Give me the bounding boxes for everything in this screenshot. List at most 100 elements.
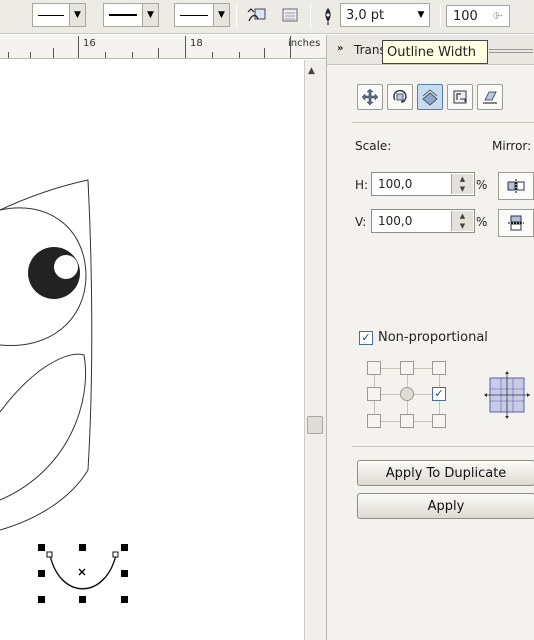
owl-eye-highlight xyxy=(54,255,78,279)
start-arrowhead-preview xyxy=(38,14,64,16)
h-percent-label: % xyxy=(476,178,488,192)
h-scale-spinner[interactable]: ▲ ▼ xyxy=(451,174,473,194)
apply-to-duplicate-button[interactable]: Apply To Duplicate xyxy=(357,460,534,486)
vertical-scrollbar[interactable]: ▲ xyxy=(304,60,326,640)
anchor-preview-icon xyxy=(484,371,530,419)
size-icon xyxy=(453,90,467,104)
anchor-top-right[interactable] xyxy=(432,361,446,375)
mirror-horizontal-button[interactable] xyxy=(498,172,534,200)
mirror-label: Mirror: xyxy=(492,139,532,153)
v-scale-spinner[interactable]: ▲ ▼ xyxy=(451,211,473,231)
outline-width-combo[interactable]: 3,0 pt ▼ xyxy=(340,3,430,27)
end-arrowhead-preview xyxy=(180,14,208,16)
anchor-preview xyxy=(484,370,530,420)
ruler-tick xyxy=(78,36,79,58)
docker-grip-lines xyxy=(489,49,533,53)
selection-handle[interactable] xyxy=(38,544,45,551)
horizontal-ruler[interactable]: 16 18 inches xyxy=(0,35,326,59)
rotate-mode-button[interactable] xyxy=(387,84,413,110)
drawing-canvas[interactable] xyxy=(0,60,304,640)
toolbar-separator xyxy=(310,4,311,28)
behind-fill-icon[interactable] xyxy=(278,4,304,28)
h-scale-field[interactable]: 100,0 ▲ ▼ xyxy=(371,172,475,196)
mirror-vertical-button[interactable] xyxy=(498,209,534,237)
selection-handle[interactable] xyxy=(79,544,86,551)
anchor-bottom-left[interactable] xyxy=(367,414,381,428)
selection-handle[interactable] xyxy=(121,544,128,551)
non-proportional-label[interactable]: Non-proportional xyxy=(378,330,488,345)
anchor-center[interactable] xyxy=(400,387,414,401)
ruler-tick xyxy=(132,52,133,58)
v-label: V: xyxy=(355,215,367,229)
anchor-bottom-right[interactable] xyxy=(432,414,446,428)
size-mode-button[interactable] xyxy=(447,84,473,110)
docker-expand-icon[interactable]: » xyxy=(337,43,343,54)
ruler-units-label: inches xyxy=(288,38,321,49)
outline-width-tooltip: Outline Width xyxy=(382,40,488,64)
selection-handle[interactable] xyxy=(38,596,45,603)
mirror-horizontal-icon xyxy=(507,179,525,193)
text-size-field[interactable]: 100 ⌱ xyxy=(446,5,510,27)
ruler-label: 18 xyxy=(190,38,203,49)
ruler-tick xyxy=(239,52,240,58)
move-icon xyxy=(361,88,379,106)
scale-icon xyxy=(422,89,438,106)
outline-pen-icon xyxy=(318,4,338,28)
v-scale-field[interactable]: 100,0 ▲ ▼ xyxy=(371,209,475,233)
mirror-vertical-icon xyxy=(508,215,524,231)
ruler-tick xyxy=(185,36,186,58)
ruler-tick xyxy=(105,52,106,58)
rotate-icon xyxy=(393,89,407,103)
ruler-label: 16 xyxy=(83,38,96,49)
h-scale-value[interactable]: 100,0 xyxy=(378,177,412,191)
docker-title: Trans xyxy=(354,43,386,57)
position-mode-button[interactable] xyxy=(357,84,383,110)
selection-handle[interactable] xyxy=(79,596,86,603)
anchor-middle-left[interactable] xyxy=(367,387,381,401)
property-bar: ▼ ▼ ▼ 3,0 pt ▼ 100 ⌱ xyxy=(0,0,534,34)
scale-label: Scale: xyxy=(355,139,392,153)
ruler-tick xyxy=(264,48,265,58)
selection-center-icon[interactable] xyxy=(78,568,86,576)
ruler-tick xyxy=(158,48,159,58)
dropdown-arrow-icon: ▼ xyxy=(413,4,429,26)
scale-mirror-mode-button[interactable] xyxy=(417,84,443,110)
selection-handle[interactable] xyxy=(121,596,128,603)
skew-mode-button[interactable] xyxy=(477,84,503,110)
scroll-up-arrow-icon[interactable]: ▲ xyxy=(308,66,315,76)
owl-wing-outline xyxy=(0,353,87,501)
line-style-preview xyxy=(109,14,137,16)
ruler-tick xyxy=(8,52,9,58)
ruler-tick xyxy=(30,52,31,58)
dropdown-arrow-icon: ▼ xyxy=(213,4,229,26)
non-proportional-checkbox[interactable]: ✓ xyxy=(359,331,373,345)
ruler-tick xyxy=(212,52,213,58)
anchor-bottom-center[interactable] xyxy=(400,414,414,428)
v-scale-value[interactable]: 100,0 xyxy=(378,214,412,228)
selection-handle[interactable] xyxy=(38,570,45,577)
skew-icon xyxy=(483,91,497,104)
section-divider xyxy=(352,122,534,123)
scrollbar-thumb[interactable] xyxy=(307,416,323,434)
apply-button[interactable]: Apply xyxy=(357,493,534,519)
toolbar-separator xyxy=(440,4,441,28)
end-arrowhead-selector[interactable]: ▼ xyxy=(174,3,230,27)
owl-drawing xyxy=(0,179,128,603)
node-handle[interactable] xyxy=(46,551,53,558)
h-label: H: xyxy=(355,178,369,192)
line-style-selector[interactable]: ▼ xyxy=(103,3,159,27)
v-percent-label: % xyxy=(476,215,488,229)
owl-body-outline xyxy=(0,179,93,531)
section-divider xyxy=(352,446,534,447)
lock-icon: ⌱ xyxy=(492,8,503,23)
dropdown-arrow-icon: ▼ xyxy=(142,4,158,26)
anchor-top-center[interactable] xyxy=(400,361,414,375)
dropdown-arrow-icon: ▼ xyxy=(69,4,85,26)
wrap-text-icon[interactable] xyxy=(244,4,270,28)
node-handle[interactable] xyxy=(112,551,119,558)
start-arrowhead-selector[interactable]: ▼ xyxy=(32,3,86,27)
anchor-middle-right[interactable]: ✓ xyxy=(432,387,446,401)
outline-width-value[interactable]: 3,0 pt xyxy=(341,8,413,23)
selection-handle[interactable] xyxy=(121,570,128,577)
anchor-top-left[interactable] xyxy=(367,361,381,375)
